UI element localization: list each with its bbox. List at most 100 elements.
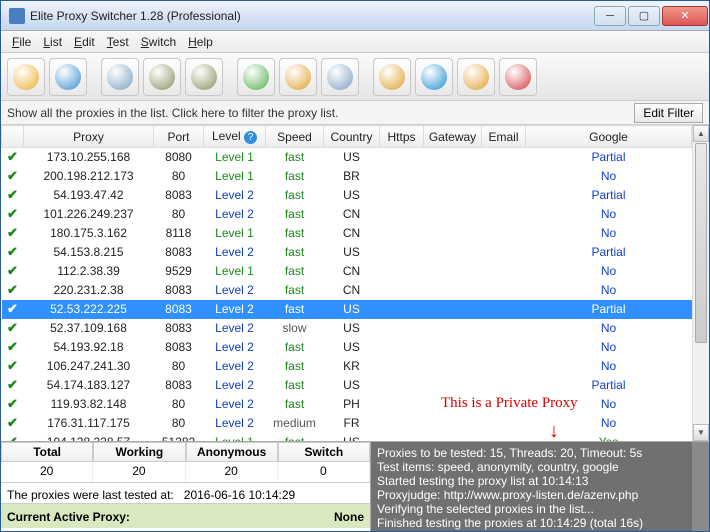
- cell-level: Level 2: [204, 376, 266, 395]
- menu-help[interactable]: Help: [182, 33, 219, 51]
- table-row[interactable]: ✔112.2.38.399529Level 1fastCNNo: [2, 262, 692, 281]
- proxy-table-container: ProxyPortLevel ?SpeedCountryHttpsGateway…: [1, 125, 709, 441]
- check-icon: ✔: [7, 149, 18, 164]
- server-edit-icon[interactable]: [321, 58, 359, 96]
- cell-country: FR: [324, 414, 380, 433]
- column-port[interactable]: Port: [154, 126, 204, 148]
- server-icon[interactable]: [101, 58, 139, 96]
- cell-proxy: 104.128.228.57: [24, 433, 154, 442]
- info-icon[interactable]: [415, 58, 453, 96]
- cell-proxy: 54.153.8.215: [24, 243, 154, 262]
- last-tested-label: The proxies were last tested at:: [7, 488, 174, 502]
- globe-icon[interactable]: [49, 58, 87, 96]
- check-icon: ✔: [7, 434, 18, 441]
- column-level[interactable]: Level ?: [204, 126, 266, 148]
- cell-proxy: 54.193.47.42: [24, 186, 154, 205]
- table-row[interactable]: ✔220.231.2.388083Level 2fastCNNo: [2, 281, 692, 300]
- cell-google: Partial: [526, 148, 692, 167]
- menu-edit[interactable]: Edit: [68, 33, 101, 51]
- stopwatch-icon[interactable]: [143, 58, 181, 96]
- scroll-down-button[interactable]: ▼: [693, 424, 709, 441]
- table-row[interactable]: ✔54.193.92.188083Level 2fastUSNo: [2, 338, 692, 357]
- lock-icon[interactable]: [457, 58, 495, 96]
- table-row[interactable]: ✔119.93.82.14880Level 2fastPHNo: [2, 395, 692, 414]
- cell-https: [380, 319, 424, 338]
- minimize-button[interactable]: ─: [594, 6, 626, 26]
- cell-country: US: [324, 376, 380, 395]
- cell-speed: fast: [266, 376, 324, 395]
- active-proxy-value: None: [334, 507, 364, 525]
- table-row[interactable]: ✔176.31.117.17580Level 2mediumFRNo: [2, 414, 692, 433]
- menu-test[interactable]: Test: [101, 33, 135, 51]
- cell-level: Level 2: [204, 357, 266, 376]
- table-row[interactable]: ✔101.226.249.23780Level 2fastCNNo: [2, 205, 692, 224]
- table-row[interactable]: ✔54.153.8.2158083Level 2fastUSPartial: [2, 243, 692, 262]
- cell-port: 8083: [154, 376, 204, 395]
- column-email[interactable]: Email: [482, 126, 526, 148]
- cell-port: 8083: [154, 338, 204, 357]
- menu-file[interactable]: File: [6, 33, 37, 51]
- remove-icon[interactable]: [279, 58, 317, 96]
- cell-proxy: 176.31.117.175: [24, 414, 154, 433]
- cell-https: [380, 224, 424, 243]
- stopwatch-play-icon[interactable]: [185, 58, 223, 96]
- cell-level: Level 2: [204, 281, 266, 300]
- cell-email: [482, 338, 526, 357]
- cell-gateway: [424, 224, 482, 243]
- titlebar[interactable]: Elite Proxy Switcher 1.28 (Professional)…: [1, 1, 709, 31]
- table-row[interactable]: ✔52.53.222.2258083Level 2fastUSPartial: [2, 300, 692, 319]
- folder-icon[interactable]: [7, 58, 45, 96]
- cell-country: PH: [324, 395, 380, 414]
- table-row[interactable]: ✔54.193.47.428083Level 2fastUSPartial: [2, 186, 692, 205]
- active-proxy-row: Current Active Proxy: None: [1, 504, 370, 528]
- table-row[interactable]: ✔180.175.3.1628118Level 1fastCNNo: [2, 224, 692, 243]
- filter-text[interactable]: Show all the proxies in the list. Click …: [7, 106, 634, 120]
- column-speed[interactable]: Speed: [266, 126, 324, 148]
- cell-speed: medium: [266, 414, 324, 433]
- column-country[interactable]: Country: [324, 126, 380, 148]
- log-panel[interactable]: Proxies to be tested: 15, Threads: 20, T…: [371, 442, 709, 531]
- toolbar: [1, 53, 709, 101]
- edit-filter-button[interactable]: Edit Filter: [634, 103, 703, 123]
- log-line: Proxyjudge: http://www.proxy-listen.de/a…: [377, 488, 703, 502]
- cell-email: [482, 395, 526, 414]
- column-proxy[interactable]: Proxy: [24, 126, 154, 148]
- maximize-button[interactable]: ▢: [628, 6, 660, 26]
- scroll-thumb[interactable]: [695, 143, 707, 343]
- table-row[interactable]: ✔52.37.109.1688083Level 2slowUSNo: [2, 319, 692, 338]
- column-google[interactable]: Google: [526, 126, 692, 148]
- power-icon[interactable]: [499, 58, 537, 96]
- cell-email: [482, 148, 526, 167]
- cell-gateway: [424, 395, 482, 414]
- column-check[interactable]: [2, 126, 24, 148]
- gear-icon[interactable]: [373, 58, 411, 96]
- cell-level: Level 2: [204, 395, 266, 414]
- table-row[interactable]: ✔106.247.241.3080Level 2fastKRNo: [2, 357, 692, 376]
- add-icon[interactable]: [237, 58, 275, 96]
- cell-proxy: 106.247.241.30: [24, 357, 154, 376]
- menu-list[interactable]: List: [37, 33, 68, 51]
- cell-speed: fast: [266, 148, 324, 167]
- column-https[interactable]: Https: [380, 126, 424, 148]
- proxy-table[interactable]: ProxyPortLevel ?SpeedCountryHttpsGateway…: [1, 125, 692, 441]
- table-row[interactable]: ✔54.174.183.1278083Level 2fastUSPartial: [2, 376, 692, 395]
- vertical-scrollbar[interactable]: ▲ ▼: [692, 125, 709, 441]
- scroll-up-button[interactable]: ▲: [693, 125, 709, 142]
- cell-proxy: 54.174.183.127: [24, 376, 154, 395]
- cell-level: Level 1: [204, 262, 266, 281]
- help-icon[interactable]: ?: [244, 131, 257, 144]
- table-row[interactable]: ✔104.128.228.5751282Level 1fastUSYes: [2, 433, 692, 442]
- cell-email: [482, 262, 526, 281]
- close-button[interactable]: ✕: [662, 6, 708, 26]
- check-icon: ✔: [7, 377, 18, 392]
- column-gateway[interactable]: Gateway: [424, 126, 482, 148]
- cell-country: CN: [324, 224, 380, 243]
- cell-proxy: 52.37.109.168: [24, 319, 154, 338]
- menu-switch[interactable]: Switch: [135, 33, 182, 51]
- last-tested-time: 2016-06-16 10:14:29: [184, 488, 295, 502]
- table-row[interactable]: ✔200.198.212.17380Level 1fastBRNo: [2, 167, 692, 186]
- log-scrollbar[interactable]: [692, 442, 709, 531]
- stat-header-total: Total: [1, 442, 93, 462]
- table-row[interactable]: ✔173.10.255.1688080Level 1fastUSPartial: [2, 148, 692, 167]
- cell-email: [482, 414, 526, 433]
